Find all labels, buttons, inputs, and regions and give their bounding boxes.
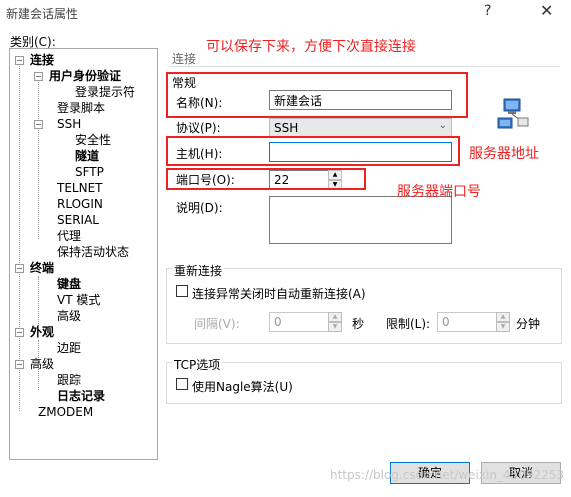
protocol-value: SSH [274,121,299,135]
tree-item-appearance[interactable]: 外观 [30,325,54,339]
tree-item-terminal-advanced[interactable]: 高级 [57,309,81,323]
interval-down-arrow-icon: ▼ [328,322,342,332]
watermark: https://blog.csdn.net/weixin_45092253 [330,468,565,482]
tcp-group-title: TCP选项 [172,356,223,373]
host-annotation: 服务器地址 [469,146,539,162]
minutes-label: 分钟 [516,317,541,331]
auto-reconnect-checkbox[interactable] [176,285,188,297]
tree-item-tunnel[interactable]: 隧道 [75,149,99,163]
tree-item-connection[interactable]: 连接 [30,53,54,67]
header-divider [170,66,560,67]
tree-connector-root [19,61,20,411]
collapse-icon[interactable]: − [15,360,24,369]
tree-item-proxy[interactable]: 代理 [57,229,81,243]
port-annotation: 服务器端口号 [397,184,481,200]
tree-item-trace[interactable]: 跟踪 [57,373,81,387]
tree-item-keyboard[interactable]: 键盘 [57,277,81,291]
save-tip-annotation: 可以保存下来，方便下次直接连接 [206,39,416,55]
auto-reconnect-label: 连接异常关闭时自动重新连接(A) [192,287,366,301]
host-highlight-box [166,136,460,166]
tree-item-rlogin[interactable]: RLOGIN [57,197,103,211]
limit-up-arrow-icon: ▲ [496,312,510,322]
tree-item-sftp[interactable]: SFTP [75,165,104,179]
tree-item-keepalive[interactable]: 保持活动状态 [57,245,129,259]
seconds-label: 秒 [352,317,365,331]
close-button[interactable]: ✕ [540,1,553,20]
tree-item-vt-mode[interactable]: VT 模式 [57,293,100,307]
nagle-checkbox[interactable] [176,378,188,390]
chevron-down-icon: ⌄ [438,120,447,131]
tree-item-zmodem[interactable]: ZMODEM [38,405,93,419]
tree-connector-terminal [38,276,39,326]
description-label: 说明(D): [176,201,223,215]
description-input[interactable] [269,196,452,244]
tree-item-logging[interactable]: 日志记录 [57,389,105,403]
collapse-icon[interactable]: − [15,328,24,337]
tree-item-serial[interactable]: SERIAL [57,213,99,227]
interval-up-arrow-icon: ▲ [328,312,342,322]
category-tree[interactable]: − 连接 − 用户身份验证 登录提示符 登录脚本 − SSH 安全性 隧道 SF… [9,48,158,460]
port-highlight-box [166,168,366,190]
panel-header: 连接 [172,52,197,66]
help-button[interactable]: ? [484,3,491,19]
limit-input [437,312,497,332]
tree-item-security[interactable]: 安全性 [75,133,111,147]
interval-input [269,312,329,332]
protocol-label: 协议(P): [176,121,221,135]
session-computer-icon [494,96,530,132]
tree-item-login-script[interactable]: 登录脚本 [57,101,105,115]
tree-item-login-prompt[interactable]: 登录提示符 [75,85,135,99]
tree-item-terminal[interactable]: 终端 [30,261,54,275]
tree-item-ssh[interactable]: SSH [57,117,81,131]
interval-label: 间隔(V): [194,317,240,331]
window-title: 新建会话属性 [6,7,79,21]
limit-label: 限制(L): [386,317,431,331]
nagle-label: 使用Nagle算法(U) [192,380,293,394]
collapse-icon[interactable]: − [34,120,43,129]
tree-item-auth[interactable]: 用户身份验证 [49,69,121,83]
name-highlight-box [166,72,468,118]
limit-down-arrow-icon: ▼ [496,322,510,332]
tree-item-margin[interactable]: 边距 [57,341,81,355]
collapse-icon[interactable]: − [15,56,24,65]
protocol-select[interactable]: SSH ⌄ [269,118,452,138]
tree-item-advanced[interactable]: 高级 [30,357,54,371]
tree-item-telnet[interactable]: TELNET [57,181,103,195]
collapse-icon[interactable]: − [34,72,43,81]
collapse-icon[interactable]: − [15,264,24,273]
reconnect-group-title: 重新连接 [172,262,225,279]
tree-connector-connection [38,77,39,239]
reconnect-group [166,268,562,344]
